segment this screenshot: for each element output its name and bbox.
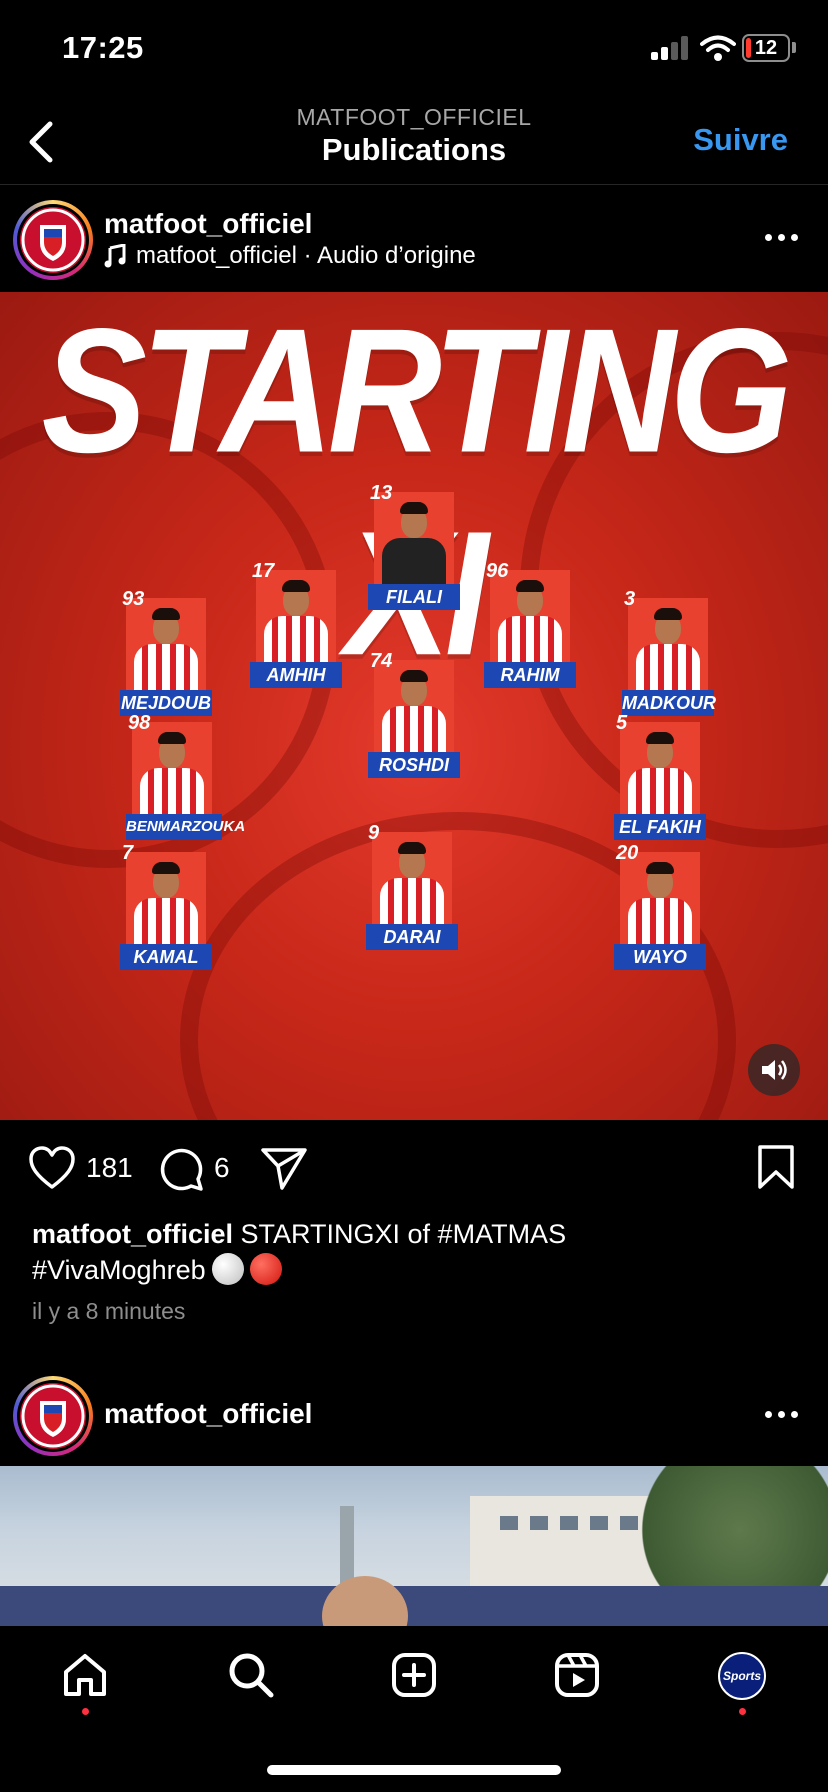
- profile-notification-dot: [739, 1708, 746, 1715]
- player-name: FILALI: [368, 584, 460, 610]
- player-number: 5: [616, 712, 628, 734]
- heart-icon[interactable]: [28, 1146, 76, 1190]
- more-options-icon[interactable]: [765, 1409, 801, 1419]
- club-crest-icon: [21, 208, 85, 272]
- comment-icon[interactable]: [158, 1146, 204, 1192]
- audio-label: matfoot_officiel · Audio d’origine: [136, 242, 476, 269]
- player-card: 17 AMHIH: [250, 560, 342, 688]
- caption-hashtag[interactable]: #VivaMoghreb: [32, 1255, 206, 1285]
- player-card: 20 WAYO: [614, 842, 706, 970]
- comment-count[interactable]: 6: [214, 1152, 230, 1184]
- speaker-icon: [762, 1060, 787, 1080]
- player-number: 13: [370, 482, 393, 504]
- music-note-icon: [104, 244, 126, 268]
- player-card: 9 DARAI: [366, 822, 458, 950]
- player-number: 17: [252, 560, 275, 582]
- player-name: ROSHDI: [368, 752, 460, 778]
- reels-icon[interactable]: [554, 1652, 600, 1698]
- battery-percentage: 12: [754, 37, 778, 59]
- more-options-icon[interactable]: [765, 232, 801, 242]
- red-circle-emoji: [249, 1253, 282, 1285]
- post2-avatar[interactable]: [13, 1376, 93, 1456]
- player-name: WAYO: [614, 944, 706, 970]
- home-indicator: [267, 1765, 561, 1775]
- status-time: 17:25: [62, 30, 144, 65]
- player-name: BENMARZOUKA: [126, 814, 245, 840]
- post2-image[interactable]: [0, 1466, 828, 1626]
- cellular-signal-icon: [651, 36, 691, 60]
- club-crest-icon: [21, 1384, 85, 1448]
- player-number: 74: [370, 650, 393, 672]
- battery-cap: [792, 42, 796, 53]
- player-name: KAMAL: [120, 944, 212, 970]
- player-card: 5 EL FAKIH: [614, 712, 706, 840]
- post-username[interactable]: matfoot_officiel: [104, 208, 312, 240]
- player-number: 9: [368, 822, 380, 844]
- share-send-icon[interactable]: [260, 1146, 308, 1190]
- player-number: 20: [616, 842, 639, 864]
- post-avatar[interactable]: [13, 200, 93, 280]
- player-number: 96: [486, 560, 509, 582]
- post-caption: matfoot_officiel STARTINGXI of #MATMAS #…: [32, 1216, 802, 1288]
- profile-avatar[interactable]: Sports: [718, 1652, 766, 1700]
- home-icon[interactable]: [62, 1652, 108, 1698]
- player-card: 74 ROSHDI: [368, 650, 460, 778]
- player-card: 3 MADKOUR: [622, 588, 716, 716]
- home-notification-dot: [82, 1708, 89, 1715]
- player-name: EL FAKIH: [614, 814, 706, 840]
- battery-icon: 12: [742, 34, 790, 62]
- caption-username[interactable]: matfoot_officiel: [32, 1219, 233, 1249]
- sound-toggle-button[interactable]: [748, 1044, 800, 1096]
- caption-text: STARTINGXI of #MATMAS: [233, 1219, 567, 1249]
- post-timestamp: il y a 8 minutes: [32, 1298, 186, 1324]
- player-card: 7 KAMAL: [120, 842, 212, 970]
- post-image[interactable]: STARTING XI 13FILALI17AMHIH96RAHIM93MEJD…: [0, 292, 828, 1120]
- player-number: 93: [122, 588, 145, 610]
- player-card: 93 MEJDOUB: [120, 588, 212, 716]
- player-number: 98: [128, 712, 151, 734]
- bookmark-icon[interactable]: [756, 1144, 796, 1190]
- player-card: 13 FILALI: [368, 482, 460, 610]
- white-circle-emoji: [211, 1253, 244, 1285]
- player-name: DARAI: [366, 924, 458, 950]
- header-divider: [0, 184, 828, 185]
- player-name: AMHIH: [250, 662, 342, 688]
- like-count[interactable]: 181: [86, 1152, 133, 1184]
- wifi-icon: [700, 35, 736, 61]
- player-number: 3: [624, 588, 636, 610]
- follow-button[interactable]: Suivre: [693, 122, 788, 158]
- player-name: RAHIM: [484, 662, 576, 688]
- player-card: 98 BENMARZOUKA: [126, 712, 245, 840]
- post2-username[interactable]: matfoot_officiel: [104, 1398, 312, 1430]
- player-card: 96 RAHIM: [484, 560, 576, 688]
- search-icon[interactable]: [228, 1652, 274, 1698]
- audio-attribution[interactable]: matfoot_officiel · Audio d’origine: [104, 242, 476, 270]
- player-number: 7: [122, 842, 134, 864]
- create-post-icon[interactable]: [391, 1652, 437, 1698]
